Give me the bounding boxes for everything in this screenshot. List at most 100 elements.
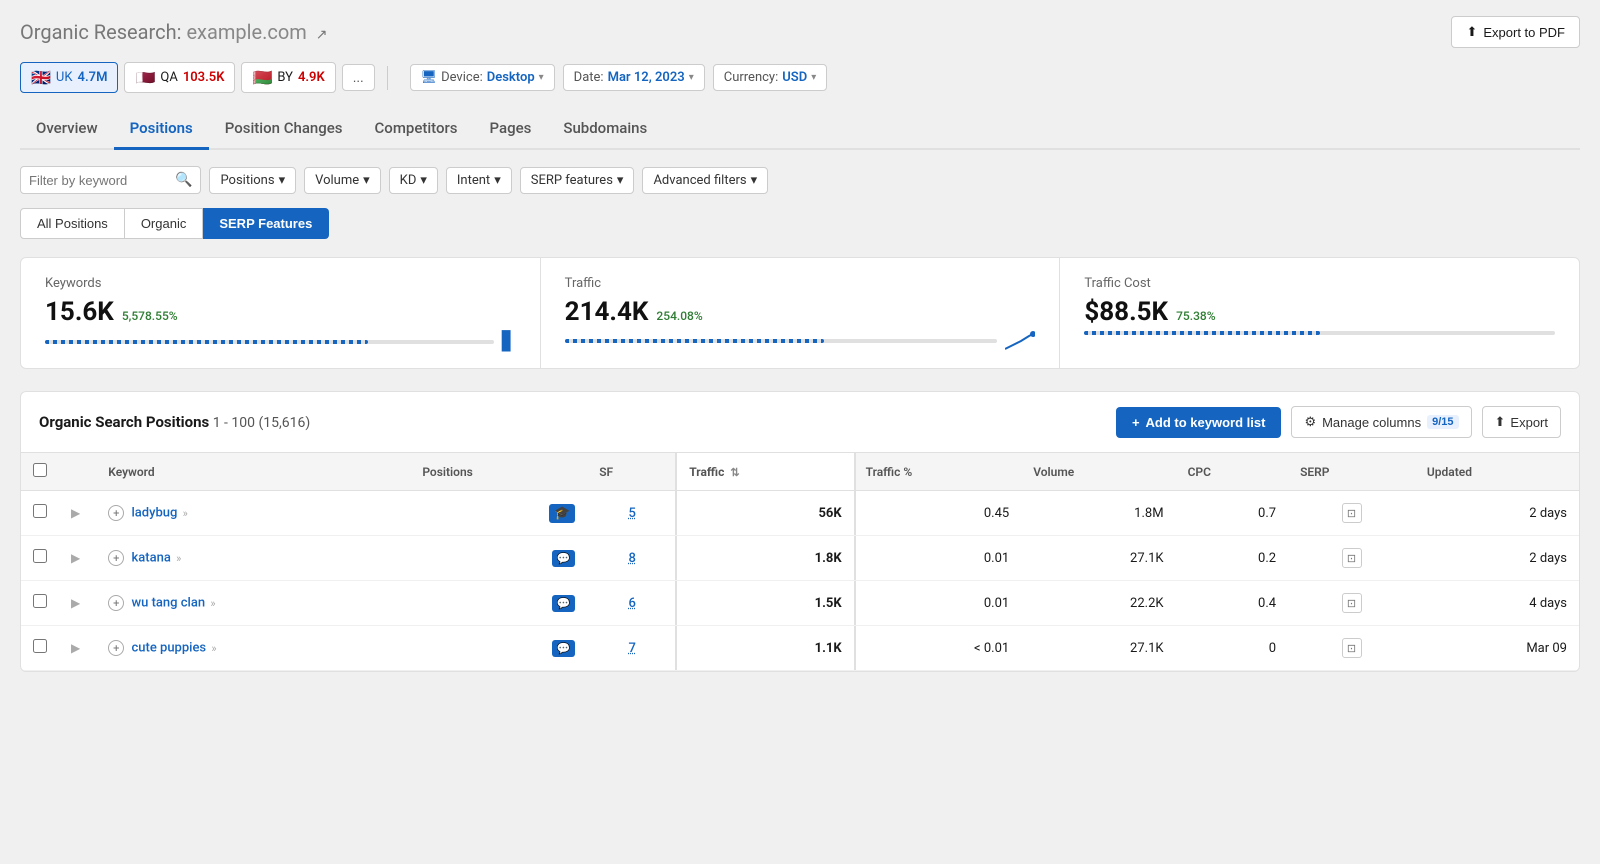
tab-pages[interactable]: Pages: [474, 109, 548, 150]
row-checkbox-3[interactable]: [33, 639, 47, 653]
add-to-keyword-list-button[interactable]: + Add to keyword list: [1116, 407, 1282, 438]
row-positions-2: 💬: [410, 581, 587, 626]
arrows-icon-3: »: [211, 642, 216, 655]
keywords-bar-fill: [45, 340, 368, 344]
row-expand-2[interactable]: ▶: [59, 581, 96, 626]
row-checkbox-cell[interactable]: [21, 626, 59, 671]
add-keyword-icon-0[interactable]: +: [108, 505, 124, 521]
date-filter[interactable]: Date: Mar 12, 2023 ▾: [563, 64, 705, 91]
region-qa[interactable]: 🇶🇦 QA 103.5K: [124, 62, 235, 93]
row-updated-3: Mar 09: [1415, 626, 1579, 671]
row-updated-0: 2 days: [1415, 491, 1579, 536]
gear-icon: ⚙: [1304, 414, 1316, 430]
sub-tabs: All Positions Organic SERP Features: [20, 208, 1580, 239]
row-traffic-pct-1: 0.01: [854, 536, 1022, 581]
kd-filter[interactable]: KD ▾: [389, 167, 438, 194]
row-expand-3[interactable]: ▶: [59, 626, 96, 671]
row-traffic-0: 56K: [677, 491, 853, 536]
tab-position-changes[interactable]: Position Changes: [209, 109, 359, 150]
table-row: ▶ + wu tang clan » 💬 6 1.5K 0.01 22.2K 0…: [21, 581, 1579, 626]
add-keyword-icon-2[interactable]: +: [108, 595, 124, 611]
row-cpc-3: 0: [1176, 626, 1289, 671]
row-cpc-2: 0.4: [1176, 581, 1289, 626]
serp-snapshot-icon-3: ⊡: [1342, 638, 1362, 658]
keyword-search-input[interactable]: [29, 173, 169, 188]
row-serp-2: ⊡: [1288, 581, 1415, 626]
arrows-icon-0: »: [183, 507, 188, 520]
stat-traffic-cost: Traffic Cost $88.5K 75.38%: [1060, 258, 1579, 368]
intent-filter[interactable]: Intent ▾: [446, 167, 512, 194]
traffic-cost-value: $88.5K: [1084, 297, 1168, 327]
tab-competitors[interactable]: Competitors: [359, 109, 474, 150]
add-keyword-icon-3[interactable]: +: [108, 640, 124, 656]
th-updated[interactable]: Updated: [1415, 453, 1579, 491]
tab-positions[interactable]: Positions: [114, 109, 209, 150]
th-cpc[interactable]: CPC: [1176, 453, 1289, 491]
traffic-value: 214.4K: [565, 297, 649, 327]
row-checkbox-cell[interactable]: [21, 491, 59, 536]
traffic-cost-bar-track: [1084, 331, 1555, 335]
chevron-down-icon-serp: ▾: [617, 173, 624, 188]
tab-overview[interactable]: Overview: [20, 109, 114, 150]
page-title: Organic Research: example.com ↗: [20, 20, 328, 44]
region-by[interactable]: 🇧🇾 BY 4.9K: [241, 62, 335, 93]
table-row: ▶ + ladybug » 🎓 5 56K 0.45 1.8M 0.7 ⊡ 2 …: [21, 491, 1579, 536]
th-keyword[interactable]: Keyword: [96, 453, 410, 491]
row-checkbox-cell[interactable]: [21, 581, 59, 626]
region-bar: 🇬🇧 UK 4.7M 🇶🇦 QA 103.5K 🇧🇾 BY 4.9K ... 🖥…: [20, 62, 1580, 93]
keyword-link-1[interactable]: katana: [131, 551, 170, 566]
pos-num-2[interactable]: 6: [629, 596, 636, 611]
pos-num-1[interactable]: 8: [629, 551, 636, 566]
select-all-checkbox[interactable]: [33, 463, 47, 477]
device-filter[interactable]: 🖥 Device: Desktop ▾: [410, 64, 555, 91]
th-serp[interactable]: SERP: [1288, 453, 1415, 491]
row-volume-3: 27.1K: [1021, 626, 1175, 671]
volume-filter[interactable]: Volume ▾: [304, 167, 381, 194]
th-traffic-pct[interactable]: Traffic %: [854, 453, 1022, 491]
sub-tab-organic[interactable]: Organic: [125, 208, 204, 239]
row-checkbox-0[interactable]: [33, 504, 47, 518]
row-traffic-pct-3: < 0.01: [854, 626, 1022, 671]
currency-filter[interactable]: Currency: USD ▾: [713, 64, 827, 91]
advanced-filters[interactable]: Advanced filters ▾: [642, 167, 768, 194]
sub-tab-serp-features[interactable]: SERP Features: [203, 208, 329, 239]
table-section: Organic Search Positions 1 - 100 (15,616…: [20, 391, 1580, 672]
row-traffic-2: 1.5K: [677, 581, 853, 626]
sf-badge-1: 💬: [552, 550, 576, 567]
row-keyword-3: + cute puppies »: [96, 626, 410, 671]
th-positions[interactable]: Positions: [410, 453, 587, 491]
keywords-value: 15.6K: [45, 297, 114, 327]
region-uk[interactable]: 🇬🇧 UK 4.7M: [20, 62, 118, 93]
tab-subdomains[interactable]: Subdomains: [547, 109, 663, 150]
external-link-icon[interactable]: ↗: [316, 27, 328, 43]
th-select-all[interactable]: [21, 453, 59, 491]
add-keyword-icon-1[interactable]: +: [108, 550, 124, 566]
keyword-search-box[interactable]: 🔍: [20, 166, 201, 194]
positions-filter[interactable]: Positions ▾: [209, 167, 296, 194]
th-volume[interactable]: Volume: [1021, 453, 1175, 491]
table-export-button[interactable]: ⬆ Export: [1482, 406, 1561, 438]
row-expand-1[interactable]: ▶: [59, 536, 96, 581]
traffic-cost-label: Traffic Cost: [1084, 276, 1555, 291]
row-traffic-pct-2: 0.01: [854, 581, 1022, 626]
pos-num-3[interactable]: 7: [629, 641, 636, 656]
pos-num-0[interactable]: 5: [629, 506, 636, 521]
row-expand-0[interactable]: ▶: [59, 491, 96, 536]
row-keyword-2: + wu tang clan »: [96, 581, 410, 626]
manage-columns-button[interactable]: ⚙ Manage columns 9/15: [1291, 406, 1471, 438]
sub-tab-all-positions[interactable]: All Positions: [20, 208, 125, 239]
keyword-link-2[interactable]: wu tang clan: [131, 596, 205, 611]
serp-features-filter[interactable]: SERP features ▾: [520, 167, 635, 194]
export-pdf-button[interactable]: ⬆ Export to PDF: [1451, 16, 1580, 48]
th-sf[interactable]: SF: [587, 453, 677, 491]
row-updated-1: 2 days: [1415, 536, 1579, 581]
th-traffic[interactable]: Traffic ⇅: [677, 453, 853, 491]
keyword-link-0[interactable]: ladybug: [131, 506, 177, 521]
more-regions-button[interactable]: ...: [342, 64, 375, 91]
row-checkbox-1[interactable]: [33, 549, 47, 563]
sf-badge-0: 🎓: [549, 504, 575, 523]
row-checkbox-2[interactable]: [33, 594, 47, 608]
keyword-link-3[interactable]: cute puppies: [131, 641, 206, 656]
row-checkbox-cell[interactable]: [21, 536, 59, 581]
chevron-down-icon-vol: ▾: [363, 173, 370, 188]
